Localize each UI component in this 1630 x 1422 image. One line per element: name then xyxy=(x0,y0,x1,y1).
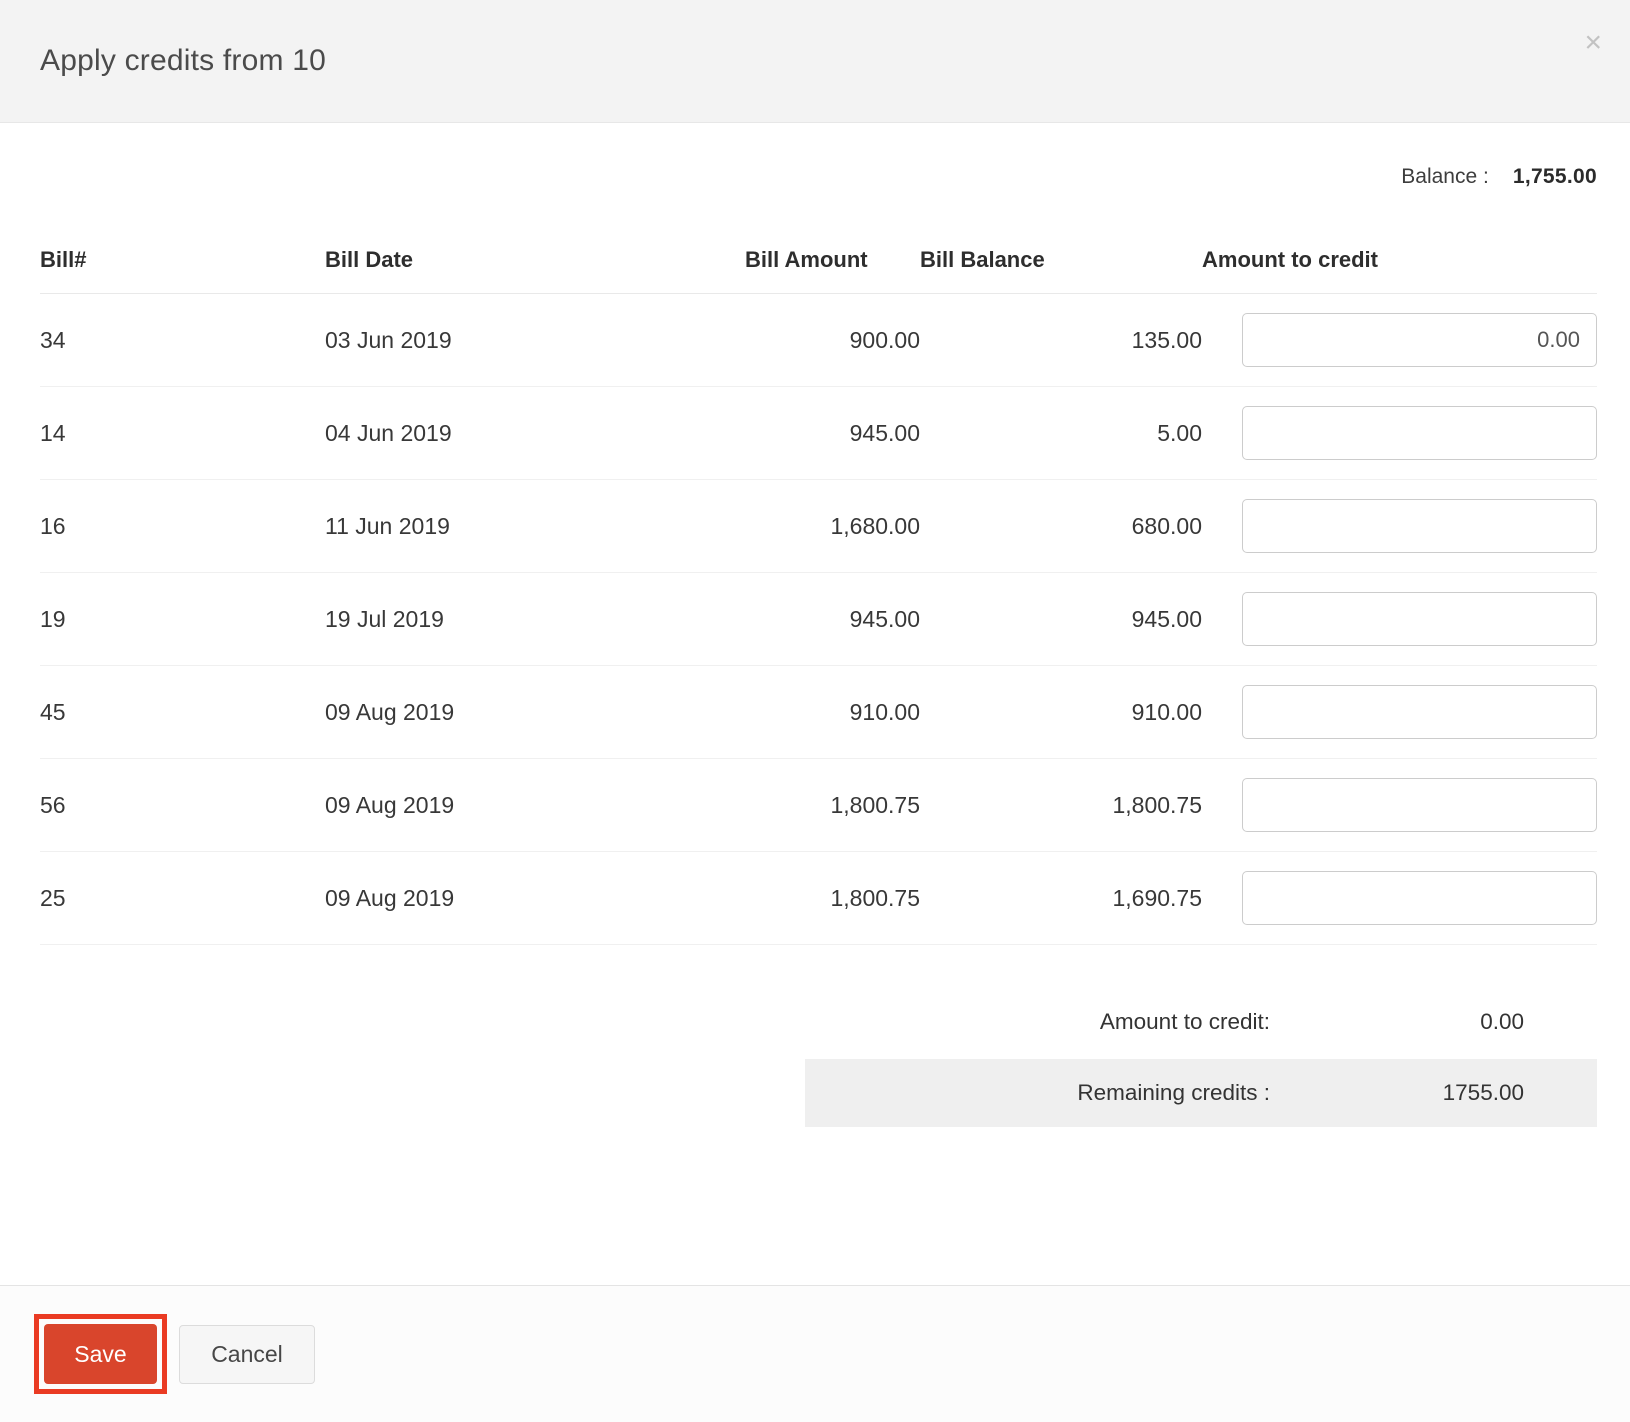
column-header-bill-no: Bill# xyxy=(40,247,325,294)
amount-to-credit-total-label: Amount to credit: xyxy=(1099,1009,1270,1034)
cancel-button[interactable]: Cancel xyxy=(179,1324,315,1384)
bill-date: 11 Jun 2019 xyxy=(325,479,745,573)
bill-date: 03 Jun 2019 xyxy=(325,293,745,387)
remaining-credits-value: 1755.00 xyxy=(1442,1080,1524,1105)
bill-no: 34 xyxy=(40,293,325,387)
amount-to-credit-total-row: Amount to credit: 0.00 xyxy=(40,991,1597,1053)
bill-balance: 1,800.75 xyxy=(920,758,1202,852)
bill-balance: 1,690.75 xyxy=(920,851,1202,945)
bill-no: 19 xyxy=(40,572,325,666)
table-row: 45 09 Aug 2019 910.00 910.00 xyxy=(40,665,1597,759)
credits-summary: Amount to credit: 0.00 Remaining credits… xyxy=(40,991,1597,1127)
bill-no: 16 xyxy=(40,479,325,573)
table-row: 34 03 Jun 2019 900.00 135.00 xyxy=(40,293,1597,387)
bill-amount: 900.00 xyxy=(745,293,920,387)
bills-table: Bill# Bill Date Bill Amount Bill Balance… xyxy=(40,247,1597,945)
bill-balance: 910.00 xyxy=(920,665,1202,759)
bill-date: 09 Aug 2019 xyxy=(325,851,745,945)
bill-no: 56 xyxy=(40,758,325,852)
balance-label: Balance : xyxy=(1401,165,1489,188)
remaining-credits-row: Remaining credits : 1755.00 xyxy=(805,1059,1597,1127)
column-header-bill-amount: Bill Amount xyxy=(745,247,920,294)
column-header-bill-balance: Bill Balance xyxy=(920,247,1202,294)
table-row: 56 09 Aug 2019 1,800.75 1,800.75 xyxy=(40,758,1597,852)
save-button[interactable]: Save xyxy=(44,1324,157,1384)
table-row: 25 09 Aug 2019 1,800.75 1,690.75 xyxy=(40,851,1597,945)
balance-value: 1,755.00 xyxy=(1512,165,1597,188)
column-header-bill-date: Bill Date xyxy=(325,247,745,294)
amount-to-credit-input[interactable] xyxy=(1242,499,1597,553)
amount-to-credit-input[interactable] xyxy=(1242,406,1597,460)
amount-to-credit-input[interactable] xyxy=(1242,778,1597,832)
amount-to-credit-total-value: 0.00 xyxy=(1480,1009,1524,1034)
bill-date: 09 Aug 2019 xyxy=(325,665,745,759)
amount-to-credit-input[interactable] xyxy=(1242,871,1597,925)
bill-amount: 1,800.75 xyxy=(745,758,920,852)
balance-row: Balance : 1,755.00 xyxy=(40,165,1597,189)
save-button-highlight: Save xyxy=(34,1314,167,1394)
column-header-amount-to-credit: Amount to credit xyxy=(1202,247,1597,294)
modal-header: Apply credits from 10 × xyxy=(0,0,1630,123)
bill-amount: 1,800.75 xyxy=(745,851,920,945)
bill-amount: 945.00 xyxy=(745,386,920,480)
amount-to-credit-input[interactable] xyxy=(1242,685,1597,739)
bill-balance: 5.00 xyxy=(920,386,1202,480)
bill-amount: 945.00 xyxy=(745,572,920,666)
modal-footer: Save Cancel xyxy=(0,1285,1630,1422)
table-row: 16 11 Jun 2019 1,680.00 680.00 xyxy=(40,479,1597,573)
amount-to-credit-input[interactable] xyxy=(1242,313,1597,367)
modal-title: Apply credits from 10 xyxy=(40,44,326,77)
table-row: 19 19 Jul 2019 945.00 945.00 xyxy=(40,572,1597,666)
bill-date: 19 Jul 2019 xyxy=(325,572,745,666)
bill-no: 45 xyxy=(40,665,325,759)
bill-balance: 135.00 xyxy=(920,293,1202,387)
table-row: 14 04 Jun 2019 945.00 5.00 xyxy=(40,386,1597,480)
bill-date: 04 Jun 2019 xyxy=(325,386,745,480)
amount-to-credit-input[interactable] xyxy=(1242,592,1597,646)
bill-amount: 1,680.00 xyxy=(745,479,920,573)
table-header-row: Bill# Bill Date Bill Amount Bill Balance… xyxy=(40,247,1597,294)
bill-no: 25 xyxy=(40,851,325,945)
bill-balance: 945.00 xyxy=(920,572,1202,666)
modal-content: Balance : 1,755.00 Bill# Bill Date Bill A… xyxy=(0,165,1630,1127)
remaining-credits-label: Remaining credits : xyxy=(1077,1080,1270,1105)
close-icon[interactable]: × xyxy=(1584,28,1602,58)
bill-date: 09 Aug 2019 xyxy=(325,758,745,852)
apply-credits-modal: Apply credits from 10 × Balance : 1,755.0… xyxy=(0,0,1630,1422)
bill-amount: 910.00 xyxy=(745,665,920,759)
bill-balance: 680.00 xyxy=(920,479,1202,573)
bill-no: 14 xyxy=(40,386,325,480)
